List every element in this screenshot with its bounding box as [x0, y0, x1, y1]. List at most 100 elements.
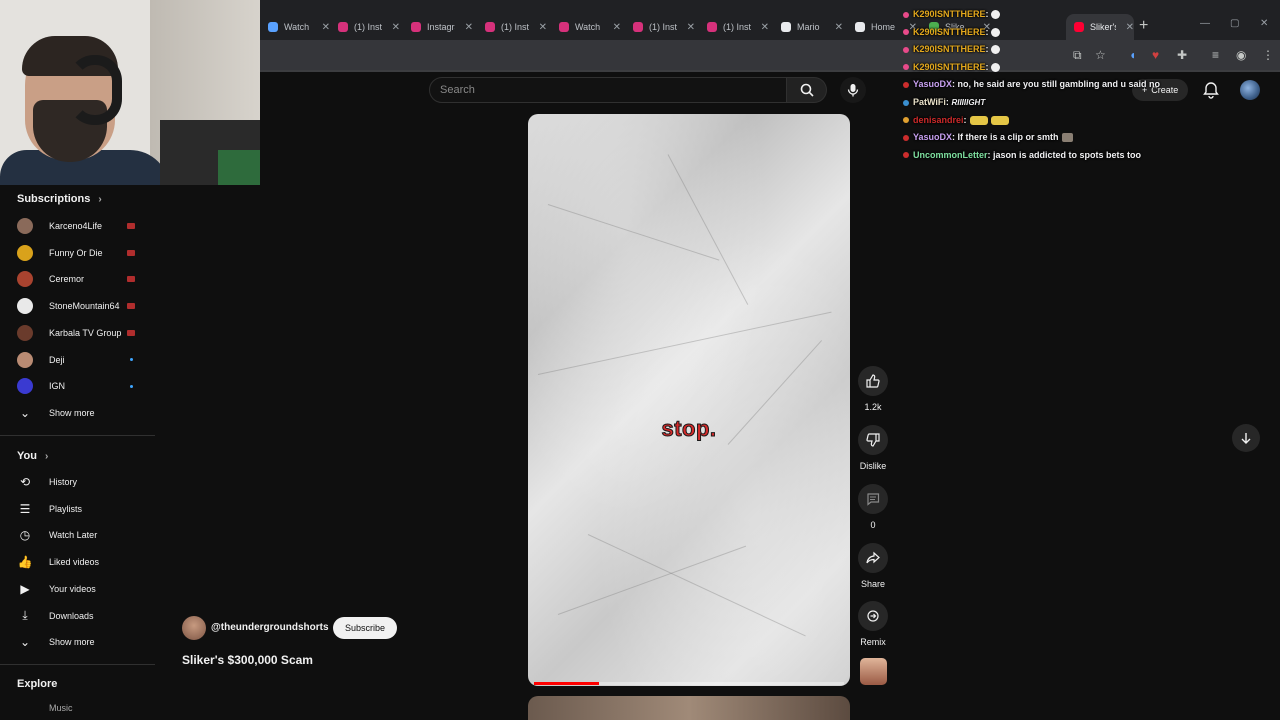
browser-tab[interactable]: Watch ✕: [551, 14, 621, 40]
you-show-more[interactable]: ⌄ Show more: [0, 630, 155, 654]
subscribe-button[interactable]: Subscribe: [333, 617, 397, 639]
sidebar-item-playlists[interactable]: ☰ Playlists: [0, 497, 155, 521]
subscription-name: Ceremor: [49, 274, 85, 285]
tab-title: Mario: [797, 22, 820, 32]
chat-username: K290ISNTTHERE: [913, 44, 986, 55]
sidebar-subscription-item[interactable]: Ceremor: [0, 267, 155, 291]
sidebar-item-history[interactable]: ⟲ History: [0, 470, 155, 494]
browser-tab[interactable]: Mario ✕: [773, 14, 843, 40]
remix-button[interactable]: [858, 601, 888, 631]
browser-tab[interactable]: (1) Inst ✕: [477, 14, 547, 40]
chat-username: K290ISNTTHERE: [913, 61, 986, 72]
chat-badge-icon: [903, 46, 909, 53]
subscription-name: Karbala TV Group: [49, 327, 122, 338]
short-video-player[interactable]: stop.: [528, 114, 850, 686]
chat-text: :: [985, 61, 989, 72]
browser-tab[interactable]: Instagra ✕: [403, 14, 473, 40]
chat-message: YasuoDX: no, he said are you still gambl…: [898, 79, 1160, 89]
your-videos-icon: ▶: [20, 581, 30, 596]
chat-text: :: [985, 26, 989, 37]
subscriptions-show-more[interactable]: ⌄ Show more: [0, 401, 155, 425]
you-header[interactable]: You ›: [17, 450, 48, 462]
search-button[interactable]: [787, 77, 827, 103]
sidebar-subscription-item[interactable]: IGN: [0, 374, 155, 398]
tab-close-icon[interactable]: ✕: [322, 22, 330, 33]
next-video-button[interactable]: [1232, 424, 1260, 452]
subscription-name: StoneMountain64: [49, 301, 120, 312]
channel-avatar: [17, 378, 33, 395]
sidebar-item-your-videos[interactable]: ▶ Your videos: [0, 577, 155, 601]
tab-close-icon[interactable]: ✕: [613, 22, 621, 33]
video-progress-bar[interactable]: [534, 682, 844, 685]
browser-tab[interactable]: (1) Inst ✕: [699, 14, 769, 40]
tab-favicon-icon: [338, 22, 348, 32]
sidebar-subscription-item[interactable]: Deji: [0, 348, 155, 372]
tab-favicon-icon: [707, 22, 717, 32]
search-box[interactable]: [429, 77, 787, 103]
browser-tab[interactable]: (1) Inst ✕: [330, 14, 400, 40]
comment-icon: [867, 493, 880, 506]
left-sidebar: Subscriptions › Karceno4Life Funny Or Die C…: [0, 185, 155, 720]
chat-username: denisandrei: [913, 114, 964, 125]
tab-title: Watch: [284, 22, 310, 32]
emote-icon: [990, 45, 1000, 55]
chat-text: : jason is addicted to spots bets too: [987, 149, 1142, 160]
tab-close-icon[interactable]: ✕: [392, 22, 400, 33]
channel-avatar: [17, 218, 33, 234]
emote-icon: [990, 62, 1000, 72]
share-button[interactable]: [858, 543, 888, 573]
next-short-preview[interactable]: [528, 696, 850, 720]
remix-action: Remix: [858, 601, 888, 647]
sidebar-subscription-item[interactable]: StoneMountain64: [0, 294, 155, 318]
explore-title: Explore: [17, 678, 58, 690]
subscriptions-header[interactable]: Subscriptions ›: [17, 193, 102, 205]
search-input[interactable]: [440, 84, 770, 96]
new-content-dot-icon: [130, 358, 133, 361]
chat-message: YasuoDX: If there is a clip or smth: [898, 132, 1073, 143]
chevron-right-icon: ›: [44, 451, 49, 462]
chat-message: K290ISNTTHERE:: [898, 62, 1000, 72]
sidebar-item-label: Playlists: [49, 503, 83, 514]
sidebar-divider: [0, 435, 155, 436]
chat-badge-icon: [903, 29, 909, 36]
emote-icon: [990, 115, 1009, 125]
dislike-label: Dislike: [859, 461, 887, 471]
comments-button[interactable]: [858, 484, 888, 514]
chat-text: :: [985, 9, 989, 19]
chat-badge-icon: [903, 152, 909, 159]
sidebar-item-label: History: [49, 477, 78, 487]
like-action: 1.2k: [858, 366, 888, 412]
channel-name[interactable]: @theundergroundshorts: [211, 622, 329, 633]
browser-tab[interactable]: (1) Inst ✕: [625, 14, 695, 40]
emote-icon: [1061, 133, 1073, 143]
tab-title: (1) Inst: [501, 22, 529, 32]
channel-avatar[interactable]: [182, 616, 206, 640]
subscriptions-title: Subscriptions: [17, 193, 91, 205]
chat-message: K290ISNTTHERE:: [898, 9, 1000, 20]
dislike-button[interactable]: [858, 425, 888, 455]
live-indicator-icon: [127, 249, 135, 256]
emote-icon: [990, 27, 1000, 37]
like-button[interactable]: [858, 366, 888, 396]
sidebar-subscription-item[interactable]: Karbala TV Group: [0, 321, 155, 345]
browser-tab[interactable]: Watch ✕: [260, 14, 330, 40]
channel-avatar: [17, 298, 33, 315]
chat-text: : If there is a clip or smth: [952, 132, 1059, 143]
chat-message: PatWiFi: RIIIIIGHT: [898, 97, 985, 107]
sidebar-item-music[interactable]: Music: [49, 703, 73, 713]
chat-message: denisandrei:: [898, 115, 1009, 125]
tab-close-icon[interactable]: ✕: [465, 22, 473, 33]
sidebar-item-watch-later[interactable]: ◷ Watch Later: [0, 523, 155, 547]
tab-close-icon[interactable]: ✕: [687, 22, 695, 33]
tab-title: Watch: [575, 22, 601, 32]
sidebar-item-liked-videos[interactable]: 👍 Liked videos: [0, 550, 155, 574]
chat-badge-icon: [903, 64, 909, 71]
sound-thumbnail[interactable]: [860, 658, 887, 685]
sidebar-item-downloads[interactable]: ⤓ Downloads: [0, 604, 155, 628]
tab-close-icon[interactable]: ✕: [761, 22, 769, 33]
sidebar-subscription-item[interactable]: Karceno4Life: [0, 214, 155, 238]
tab-close-icon[interactable]: ✕: [835, 22, 843, 33]
voice-search-button[interactable]: [840, 77, 866, 103]
sidebar-subscription-item[interactable]: Funny Or Die: [0, 241, 155, 265]
tab-close-icon[interactable]: ✕: [539, 22, 547, 33]
